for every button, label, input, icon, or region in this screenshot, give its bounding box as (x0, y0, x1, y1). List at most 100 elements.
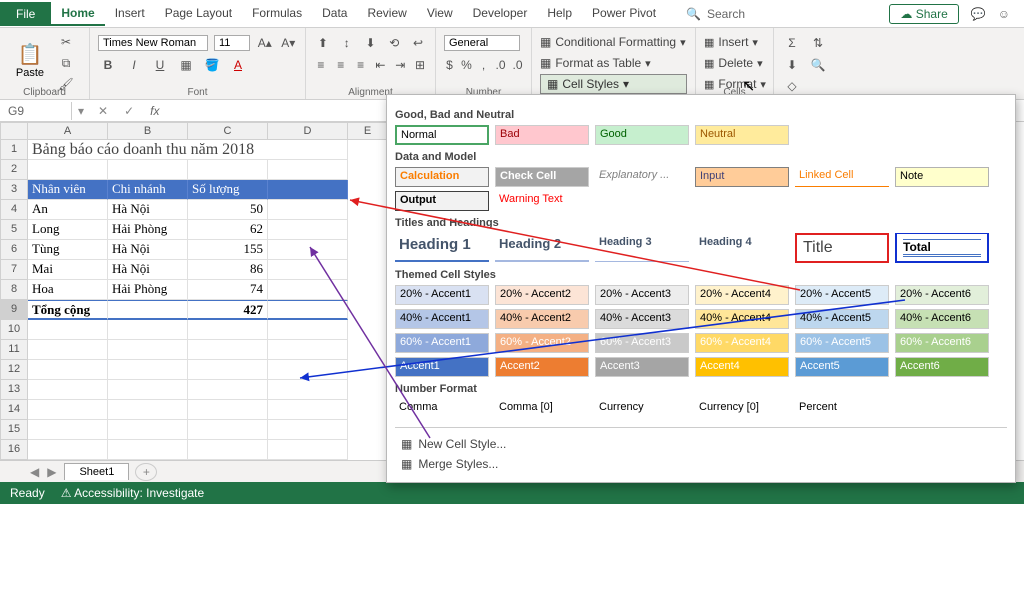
percent-icon[interactable]: % (461, 55, 472, 75)
tab-power-pivot[interactable]: Power Pivot (582, 2, 666, 26)
wrap-text-icon[interactable]: ↩ (409, 33, 427, 53)
style-output[interactable]: Output (395, 191, 489, 211)
italic-button[interactable]: I (124, 55, 144, 75)
style-accent1[interactable]: Accent1 (395, 357, 489, 377)
align-center-icon[interactable]: ≡ (334, 55, 348, 75)
style-40-accent4[interactable]: 40% - Accent4 (695, 309, 789, 329)
col-header-c[interactable]: C (188, 122, 268, 140)
style-comma[interactable]: Comma (395, 399, 489, 419)
tab-review[interactable]: Review (357, 2, 416, 26)
fx-icon[interactable]: fx (142, 104, 167, 118)
autosum-icon[interactable]: Σ (782, 33, 802, 53)
format-as-table-button[interactable]: ▦Format as Table ▾ (540, 53, 687, 73)
align-top-icon[interactable]: ⬆ (314, 33, 332, 53)
copy-icon[interactable]: ⧉ (56, 53, 76, 73)
align-right-icon[interactable]: ≡ (354, 55, 368, 75)
style-calculation[interactable]: Calculation (395, 167, 489, 187)
comma-icon[interactable]: , (478, 55, 489, 75)
new-cell-style-button[interactable]: ▦New Cell Style... (395, 434, 1007, 454)
currency-icon[interactable]: $ (444, 55, 455, 75)
cell-header-d[interactable] (268, 180, 348, 200)
share-button[interactable]: ☁ Share (889, 4, 958, 24)
style-heading-1[interactable]: Heading 1 (395, 234, 489, 262)
tab-formulas[interactable]: Formulas (242, 2, 312, 26)
fill-color-icon[interactable]: 🪣 (202, 55, 222, 75)
style-60-accent6[interactable]: 60% - Accent6 (895, 333, 989, 353)
align-bottom-icon[interactable]: ⬇ (362, 33, 380, 53)
style-warning[interactable]: Warning Text (495, 191, 589, 211)
cell-header-b[interactable]: Chi nhánh (108, 180, 188, 200)
file-tab[interactable]: File (0, 2, 51, 26)
style-accent6[interactable]: Accent6 (895, 357, 989, 377)
style-40-accent6[interactable]: 40% - Accent6 (895, 309, 989, 329)
conditional-formatting-button[interactable]: ▦Conditional Formatting ▾ (540, 32, 687, 52)
style-note[interactable]: Note (895, 167, 989, 187)
row-header-3[interactable]: 3 (0, 180, 28, 200)
col-header-d[interactable]: D (268, 122, 348, 140)
style-60-accent4[interactable]: 60% - Accent4 (695, 333, 789, 353)
font-select[interactable] (98, 35, 208, 51)
fill-icon[interactable]: ⬇ (782, 55, 802, 75)
style-heading-3[interactable]: Heading 3 (595, 234, 689, 262)
select-all-corner[interactable] (0, 122, 28, 140)
col-header-a[interactable]: A (28, 122, 108, 140)
new-sheet-button[interactable]: + (135, 463, 157, 481)
style-neutral[interactable]: Neutral (695, 125, 789, 145)
style-total[interactable]: Total (895, 233, 989, 263)
tab-data[interactable]: Data (312, 2, 357, 26)
style-heading-2[interactable]: Heading 2 (495, 234, 589, 262)
style-comma0[interactable]: Comma [0] (495, 399, 589, 419)
tab-insert[interactable]: Insert (105, 2, 155, 26)
style-20-accent3[interactable]: 20% - Accent3 (595, 285, 689, 305)
cell-total-label[interactable]: Tổng cộng (28, 300, 108, 320)
style-40-accent5[interactable]: 40% - Accent5 (795, 309, 889, 329)
search-box[interactable]: 🔍 Search (686, 7, 745, 21)
col-header-b[interactable]: B (108, 122, 188, 140)
sheet-nav-next-icon[interactable]: ▶ (47, 465, 56, 479)
bold-button[interactable]: B (98, 55, 118, 75)
name-box[interactable]: G9 (0, 102, 72, 120)
style-normal[interactable]: Normal (395, 125, 489, 145)
style-input[interactable]: Input (695, 167, 789, 187)
style-20-accent2[interactable]: 20% - Accent2 (495, 285, 589, 305)
decrease-font-icon[interactable]: A▾ (280, 33, 298, 53)
align-left-icon[interactable]: ≡ (314, 55, 328, 75)
row-header-1[interactable]: 1 (0, 140, 28, 160)
underline-button[interactable]: U (150, 55, 170, 75)
number-format-select[interactable] (444, 35, 520, 51)
increase-font-icon[interactable]: A▴ (256, 33, 274, 53)
paste-button[interactable]: 📋 Paste (8, 32, 52, 88)
sort-filter-icon[interactable]: ⇅ (808, 33, 828, 53)
style-20-accent6[interactable]: 20% - Accent6 (895, 285, 989, 305)
decrease-decimal-icon[interactable]: .0 (512, 55, 523, 75)
account-icon[interactable]: ☺ (998, 7, 1010, 21)
style-explanatory[interactable]: Explanatory ... (595, 167, 689, 187)
style-bad[interactable]: Bad (495, 125, 589, 145)
status-accessibility[interactable]: ⚠ Accessibility: Investigate (61, 486, 205, 500)
delete-cells-button[interactable]: ▦ Delete ▾ (704, 53, 765, 73)
tab-help[interactable]: Help (537, 2, 582, 26)
row-header-2[interactable]: 2 (0, 160, 28, 180)
style-40-accent2[interactable]: 40% - Accent2 (495, 309, 589, 329)
enter-formula-icon[interactable]: ✓ (116, 104, 142, 118)
style-60-accent5[interactable]: 60% - Accent5 (795, 333, 889, 353)
cell-header-c[interactable]: Số lượng (188, 180, 268, 200)
style-40-accent3[interactable]: 40% - Accent3 (595, 309, 689, 329)
style-heading-4[interactable]: Heading 4 (695, 234, 789, 262)
style-60-accent3[interactable]: 60% - Accent3 (595, 333, 689, 353)
style-60-accent2[interactable]: 60% - Accent2 (495, 333, 589, 353)
style-accent5[interactable]: Accent5 (795, 357, 889, 377)
comments-icon[interactable]: 💬 (971, 7, 986, 21)
tab-view[interactable]: View (417, 2, 463, 26)
cell-a1[interactable]: Bảng báo cáo doanh thu năm 2018 (28, 140, 348, 160)
style-accent4[interactable]: Accent4 (695, 357, 789, 377)
style-check-cell[interactable]: Check Cell (495, 167, 589, 187)
style-percent[interactable]: Percent (795, 399, 889, 419)
indent-increase-icon[interactable]: ⇥ (393, 55, 407, 75)
merge-icon[interactable]: ⊞ (413, 55, 427, 75)
align-middle-icon[interactable]: ↕ (338, 33, 356, 53)
style-40-accent1[interactable]: 40% - Accent1 (395, 309, 489, 329)
style-20-accent5[interactable]: 20% - Accent5 (795, 285, 889, 305)
style-accent3[interactable]: Accent3 (595, 357, 689, 377)
style-accent2[interactable]: Accent2 (495, 357, 589, 377)
